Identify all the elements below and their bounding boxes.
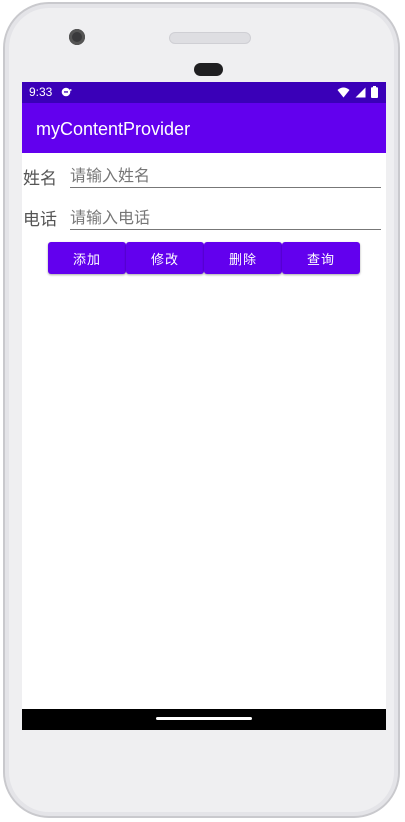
top-speaker	[169, 32, 251, 44]
system-icons	[337, 86, 378, 98]
notification-icon	[61, 87, 72, 97]
button-row: 添加 修改 删除 查询	[48, 242, 360, 274]
status-time: 9:33	[29, 85, 53, 99]
navigation-bar	[22, 709, 386, 730]
front-camera	[69, 29, 85, 45]
name-label: 姓名	[23, 169, 57, 189]
query-button[interactable]: 查询	[282, 242, 360, 274]
battery-icon	[371, 86, 378, 98]
status-bar: 9:33	[22, 82, 386, 103]
name-field[interactable]	[70, 163, 381, 188]
earpiece	[194, 63, 223, 76]
wifi-icon	[337, 87, 350, 97]
screen: 9:33 myContentProvider 姓名 电话 添加	[22, 82, 386, 730]
app-title: myContentProvider	[36, 119, 191, 139]
delete-button[interactable]: 删除	[204, 242, 282, 274]
name-input[interactable]	[70, 163, 381, 187]
signal-icon	[355, 87, 366, 97]
app-bar: myContentProvider	[22, 103, 386, 153]
edit-button[interactable]: 修改	[126, 242, 204, 274]
phone-field[interactable]	[70, 205, 381, 230]
add-button[interactable]: 添加	[48, 242, 126, 274]
home-gesture-handle[interactable]	[156, 717, 252, 720]
phone-label: 电话	[23, 210, 57, 230]
phone-input[interactable]	[70, 205, 381, 229]
